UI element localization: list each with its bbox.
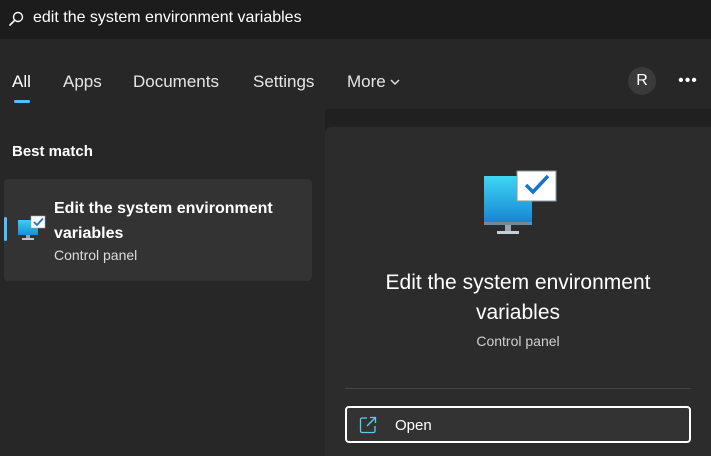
active-tab-indicator	[14, 100, 30, 103]
avatar[interactable]: R	[628, 67, 656, 95]
filter-tabs: All Apps Documents Settings More R •••	[0, 39, 711, 109]
tab-more-label: More	[347, 72, 386, 91]
search-bar[interactable]: edit the system environment variables	[0, 0, 711, 39]
detail-pane: Edit the system environment variables Co…	[325, 127, 711, 456]
best-match-result[interactable]: Edit the system environment variables Co…	[4, 179, 312, 281]
result-subtitle: Control panel	[54, 247, 138, 263]
chevron-down-icon	[390, 79, 400, 85]
tab-apps[interactable]: Apps	[63, 72, 102, 92]
section-title: Best match	[12, 143, 93, 160]
tab-documents[interactable]: Documents	[133, 72, 219, 92]
results-pane: Best match Edit the system environment v…	[0, 109, 325, 456]
open-external-icon	[359, 416, 377, 434]
more-options-icon[interactable]: •••	[676, 69, 700, 93]
tab-settings[interactable]: Settings	[253, 72, 314, 92]
monitor-check-icon	[18, 215, 46, 240]
open-button-label: Open	[395, 417, 432, 434]
detail-title: Edit the system environment variables	[385, 271, 651, 324]
monitor-check-icon	[484, 170, 557, 234]
tab-more[interactable]: More	[347, 72, 400, 92]
tab-all[interactable]: All	[12, 72, 31, 92]
open-button[interactable]: Open	[345, 406, 691, 443]
search-input[interactable]: edit the system environment variables	[33, 9, 302, 27]
selection-indicator	[4, 217, 7, 241]
divider	[345, 388, 691, 389]
result-title: Edit the system environment variables	[54, 200, 273, 242]
detail-subtitle: Control panel	[476, 333, 560, 349]
search-icon	[9, 11, 24, 26]
